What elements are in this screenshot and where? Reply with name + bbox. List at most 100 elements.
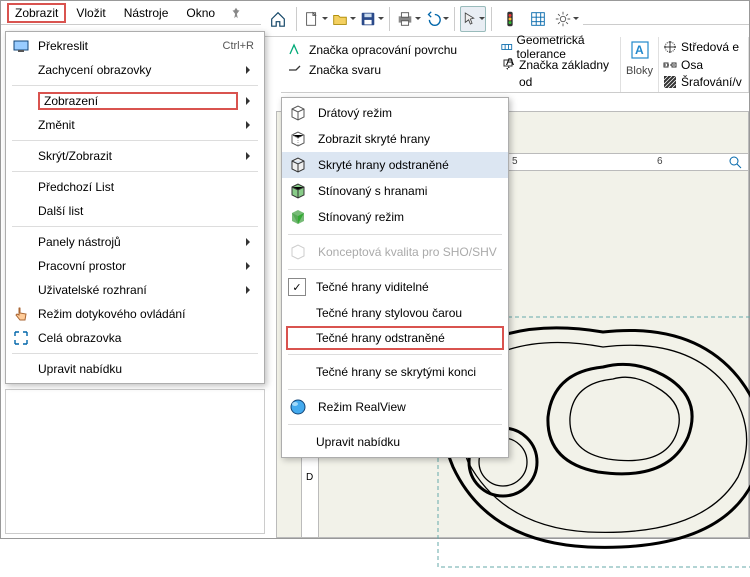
- tangent-visible-label: Tečné hrany viditelné: [316, 280, 429, 294]
- realview-icon: [288, 397, 308, 417]
- geo-tolerance-button[interactable]: Geometrická tolerance: [501, 39, 616, 55]
- od-button[interactable]: od: [501, 75, 616, 91]
- tangent-hiddenends-item[interactable]: Tečné hrany se skrytými konci: [282, 359, 508, 385]
- menu-workspace[interactable]: Pracovní prostor: [6, 254, 264, 278]
- menu-prevsheet[interactable]: Předchozí List: [6, 175, 264, 199]
- menu-ui[interactable]: Uživatelské rozhraní: [6, 278, 264, 302]
- hidden-visible-label: Zobrazit skryté hrany: [318, 132, 430, 146]
- modify-label: Změnit: [38, 118, 238, 132]
- tangent-visible-item[interactable]: ✓ Tečné hrany viditelné: [282, 274, 508, 300]
- weld-symbol-label: Značka svaru: [309, 63, 381, 77]
- pin-icon[interactable]: [229, 6, 243, 20]
- touch-label: Režim dotykového ovládání: [38, 307, 254, 321]
- undo-button[interactable]: [423, 6, 449, 32]
- submenu-arrow-icon: [246, 121, 254, 129]
- hatch-button[interactable]: Šrafování/v: [663, 74, 744, 90]
- menu-customize2[interactable]: Upravit nabídku: [282, 429, 508, 455]
- main-toolbar: [261, 1, 583, 37]
- menu-hideshow[interactable]: Skrýt/Zobrazit: [6, 144, 264, 168]
- feature-tree-panel[interactable]: [5, 389, 265, 534]
- hidden-removed-item[interactable]: Skryté hrany odstraněné: [282, 152, 508, 178]
- od-label: od: [519, 75, 532, 89]
- ribbon-right: Geometrická tolerance A Značka základny o…: [497, 37, 749, 93]
- ribbon-annotations: Značka opracování povrchu Značka svaru: [281, 37, 499, 93]
- svg-text:A: A: [506, 58, 514, 68]
- redraw-shortcut: Ctrl+R: [223, 40, 254, 52]
- redraw-icon: [12, 37, 30, 55]
- screenshot-label: Zachycení obrazovky: [38, 63, 238, 77]
- home-button[interactable]: [265, 6, 291, 32]
- submenu-arrow-icon: [246, 152, 254, 160]
- menu-redraw[interactable]: Překreslit Ctrl+R: [6, 34, 264, 58]
- datum-button[interactable]: A Značka základny: [501, 57, 616, 73]
- check-icon: ✓: [288, 278, 306, 296]
- menu-toolbars[interactable]: Panely nástrojů: [6, 230, 264, 254]
- wireframe-label: Drátový režim: [318, 106, 392, 120]
- nextsheet-label: Další list: [38, 204, 254, 218]
- submenu-arrow-icon: [246, 97, 254, 105]
- ruler-tick: 6: [657, 156, 663, 167]
- menu-vlozit[interactable]: Vložit: [68, 3, 113, 23]
- realview-label: Režim RealView: [318, 400, 406, 414]
- menu-zobrazit[interactable]: Zobrazit: [7, 3, 66, 23]
- customize1-label: Upravit nabídku: [38, 362, 254, 376]
- wireframe-item[interactable]: Drátový režim: [282, 100, 508, 126]
- axis-label: Osa: [681, 58, 703, 72]
- hatch-label: Šrafování/v: [681, 75, 742, 89]
- redraw-label: Překreslit: [38, 39, 215, 53]
- weld-symbol-button[interactable]: Značka svaru: [287, 61, 493, 79]
- blocks-label: Bloky: [626, 63, 653, 77]
- draft-icon: [288, 242, 308, 262]
- toolbars-label: Panely nástrojů: [38, 235, 238, 249]
- shaded-label: Stínovaný režim: [318, 210, 404, 224]
- touch-icon: [12, 305, 30, 323]
- menu-customize1[interactable]: Upravit nabídku: [6, 357, 264, 381]
- draft-label: Konceptová kvalita pro SHO/SHV: [318, 245, 497, 259]
- hidden-removed-label: Skryté hrany odstraněné: [318, 158, 449, 172]
- display-submenu: Drátový režim Zobrazit skryté hrany Skry…: [281, 97, 509, 458]
- view-menu-dropdown: Překreslit Ctrl+R Zachycení obrazovky Zo…: [5, 31, 265, 384]
- menu-modify[interactable]: Změnit: [6, 113, 264, 137]
- menu-okno[interactable]: Okno: [178, 3, 223, 23]
- menu-nextsheet[interactable]: Další list: [6, 199, 264, 223]
- tangent-removed-item[interactable]: Tečné hrany odstraněné: [286, 326, 504, 350]
- open-button[interactable]: [330, 6, 356, 32]
- submenu-arrow-icon: [246, 262, 254, 270]
- shaded-edges-label: Stínovaný s hranami: [318, 184, 427, 198]
- ruler-tick: 5: [512, 156, 518, 167]
- menu-screenshot[interactable]: Zachycení obrazovky: [6, 58, 264, 82]
- new-button[interactable]: [302, 6, 328, 32]
- blocks-icon[interactable]: A: [629, 39, 651, 61]
- select-button[interactable]: [460, 6, 486, 32]
- submenu-arrow-icon: [246, 286, 254, 294]
- fullscreen-label: Celá obrazovka: [38, 331, 254, 345]
- tangent-phantom-label: Tečné hrany stylovou čarou: [316, 306, 462, 320]
- settings-button[interactable]: [553, 6, 579, 32]
- center-mark-button[interactable]: Středová e: [663, 39, 744, 55]
- submenu-arrow-icon: [246, 238, 254, 246]
- menu-touch[interactable]: Režim dotykového ovládání: [6, 302, 264, 326]
- datum-label: Značka základny: [519, 58, 609, 72]
- tangent-phantom-item[interactable]: Tečné hrany stylovou čarou: [282, 300, 508, 326]
- shaded-edges-item[interactable]: Stínovaný s hranami: [282, 178, 508, 204]
- shaded-icon: [288, 207, 308, 227]
- shaded-item[interactable]: Stínovaný režim: [282, 204, 508, 230]
- surface-finish-button[interactable]: Značka opracování povrchu: [287, 41, 493, 59]
- hidden-visible-item[interactable]: Zobrazit skryté hrany: [282, 126, 508, 152]
- grid-icon[interactable]: [525, 6, 551, 32]
- menu-fullscreen[interactable]: Celá obrazovka: [6, 326, 264, 350]
- hidden-removed-icon: [288, 155, 308, 175]
- prevsheet-label: Předchozí List: [38, 180, 254, 194]
- tangent-removed-label: Tečné hrany odstraněné: [316, 331, 445, 345]
- save-button[interactable]: [358, 6, 384, 32]
- traffic-icon[interactable]: [497, 6, 523, 32]
- axis-button[interactable]: Osa: [663, 57, 744, 73]
- customize2-label: Upravit nabídku: [316, 435, 400, 449]
- svg-text:A: A: [635, 43, 644, 57]
- realview-item[interactable]: Režim RealView: [282, 394, 508, 420]
- zoom-icon[interactable]: [728, 155, 744, 171]
- menu-nastroje[interactable]: Nástroje: [116, 3, 177, 23]
- print-button[interactable]: [395, 6, 421, 32]
- menu-display[interactable]: Zobrazení: [6, 89, 264, 113]
- hidden-visible-icon: [288, 129, 308, 149]
